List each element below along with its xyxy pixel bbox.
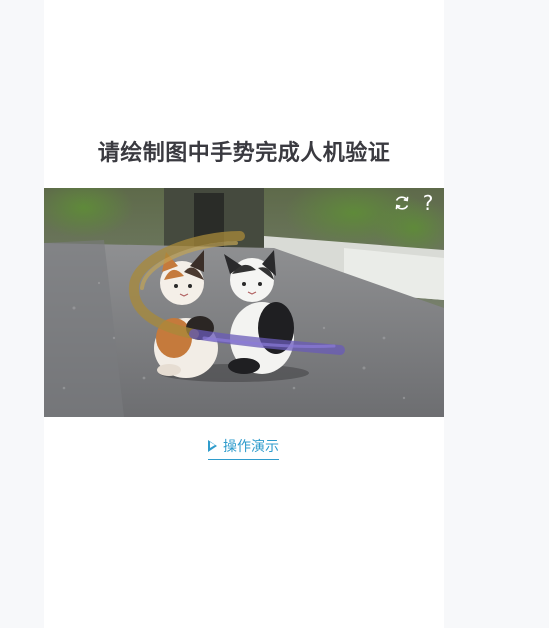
kittens-photo[interactable] bbox=[44, 188, 444, 417]
play-outline-icon bbox=[208, 440, 217, 452]
demo-link[interactable]: 操作演示 bbox=[208, 434, 279, 460]
refresh-button[interactable] bbox=[391, 192, 413, 214]
question-mark-icon: ? bbox=[422, 191, 434, 215]
captcha-instruction-title: 请绘制图中手势完成人机验证 bbox=[97, 141, 391, 166]
refresh-icon bbox=[395, 196, 409, 210]
demo-link-label: 操作演示 bbox=[223, 439, 279, 455]
captcha-panel: 请绘制图中手势完成人机验证 ? 操作演示 bbox=[44, 0, 444, 628]
help-button[interactable]: ? bbox=[417, 192, 439, 214]
captcha-image-area[interactable]: ? bbox=[44, 188, 444, 417]
